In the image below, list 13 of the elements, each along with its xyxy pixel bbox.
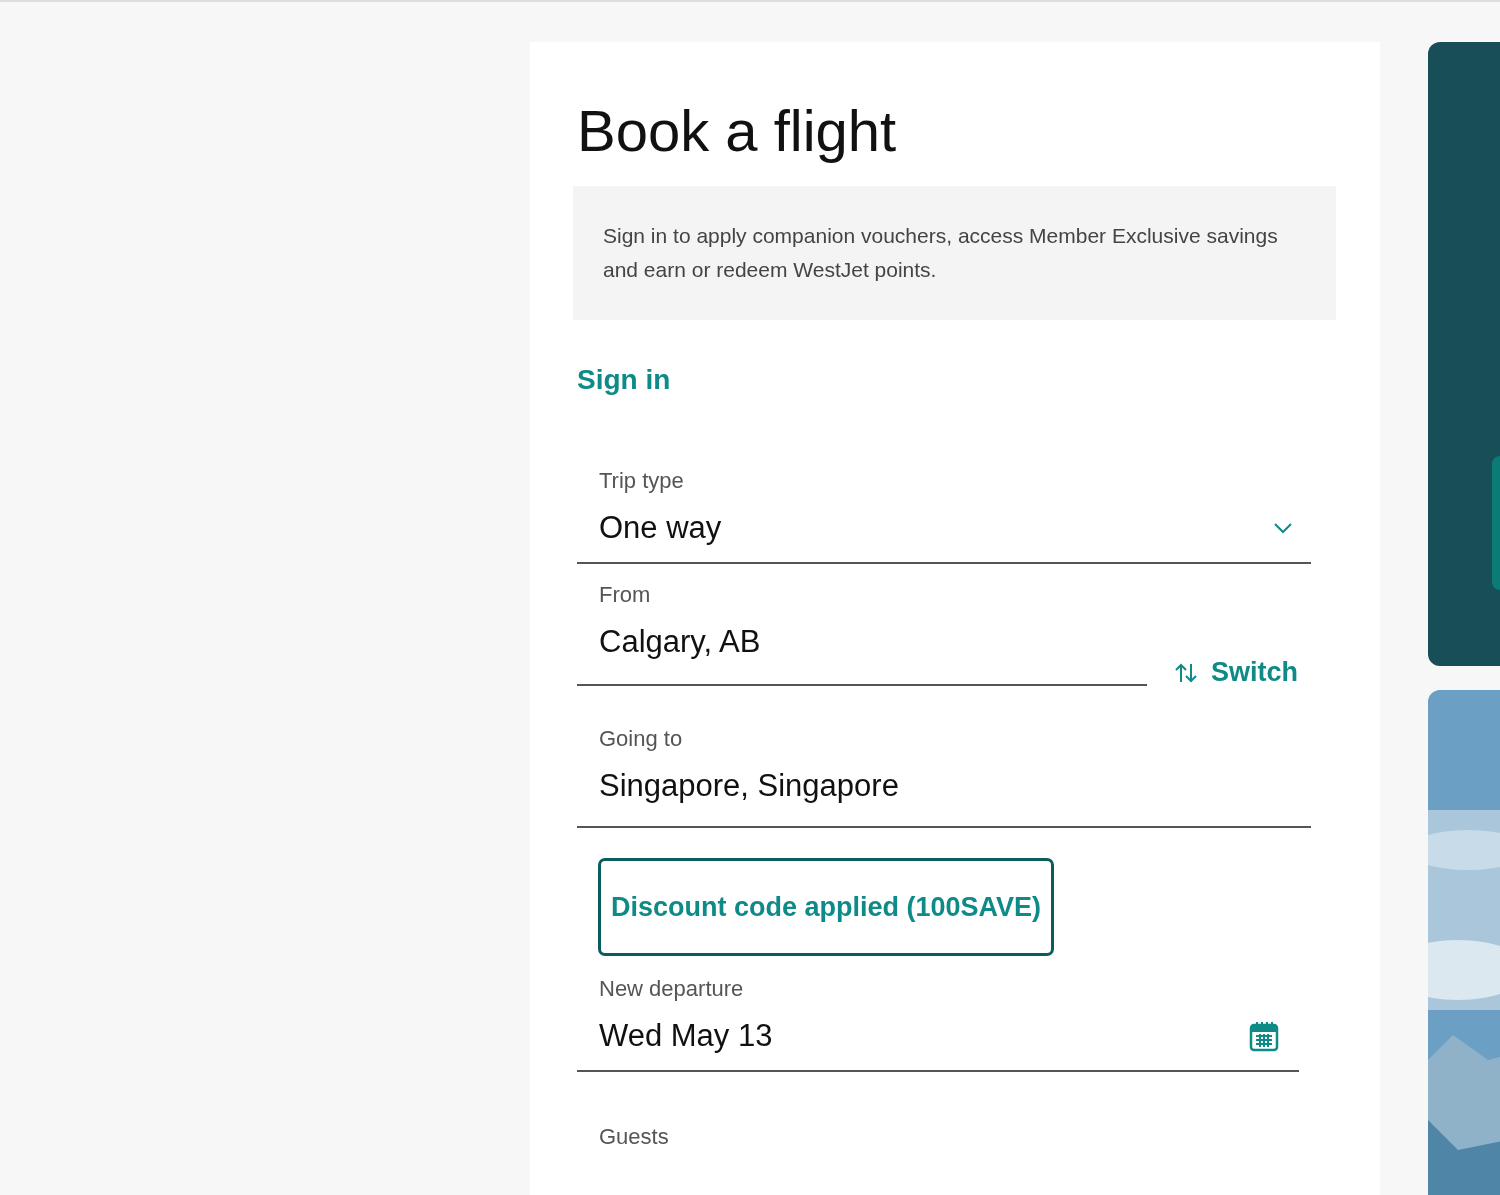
calendar-icon bbox=[1249, 1020, 1279, 1052]
discount-code-button[interactable]: Discount code applied (100SAVE) bbox=[598, 858, 1054, 956]
chevron-down-icon bbox=[1273, 522, 1293, 534]
trip-type-select[interactable]: Trip type One way bbox=[577, 450, 1311, 564]
swap-arrows-icon bbox=[1175, 661, 1197, 684]
input-field[interactable]: New departure Wed May 13 bbox=[577, 958, 1299, 1072]
input-field[interactable]: From Calgary, AB bbox=[577, 564, 1147, 686]
sign-in-link[interactable]: Sign in bbox=[577, 364, 671, 396]
switch-button[interactable]: Switch bbox=[1175, 657, 1298, 688]
sign-in-notice: Sign in to apply companion vouchers, access Member Exclusive savings and earn or redeem WestJet points. bbox=[573, 186, 1336, 320]
page-title: Book a flight bbox=[577, 97, 898, 165]
field-label: Guests bbox=[598, 1123, 670, 1151]
input-field[interactable]: Going to Singapore, Singapore bbox=[577, 708, 1311, 828]
